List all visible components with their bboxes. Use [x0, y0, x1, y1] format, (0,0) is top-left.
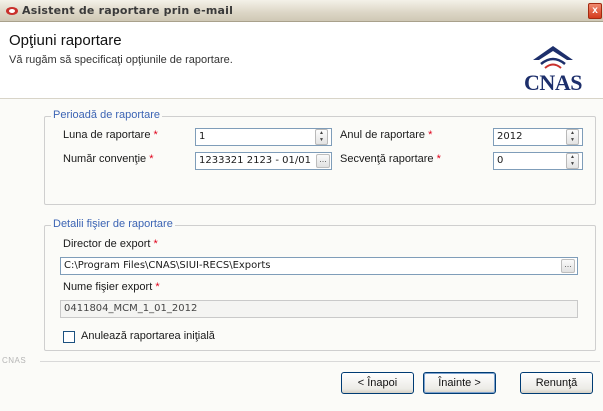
window-title: Asistent de raportare prin e-mail [22, 4, 234, 17]
page-title: Opţiuni raportare [9, 32, 122, 49]
footer-tag: CNAS [2, 356, 27, 365]
back-button[interactable]: < Înapoi [341, 372, 414, 394]
file-legend: Detalii fişier de raportare [51, 218, 175, 230]
spin-up-icon: ▲ [570, 154, 575, 160]
wizard-content: Perioadă de raportare Luna de raportare … [0, 99, 603, 411]
cnas-logo: CNAS [517, 44, 589, 95]
sequence-spinner[interactable]: ▲ ▼ [566, 153, 579, 169]
convention-select[interactable]: 1233321 2123 - 01/01 [195, 152, 332, 170]
spin-up-icon: ▲ [319, 130, 324, 136]
export-name-input: 0411804_MCM_1_01_2012 [60, 300, 578, 318]
month-input[interactable]: 1 [195, 128, 332, 146]
cancel-initial-checkbox[interactable] [63, 331, 75, 343]
footer-divider [40, 361, 600, 362]
export-dir-label: Director de export * [63, 238, 158, 250]
period-legend: Perioadă de raportare [51, 109, 163, 121]
year-label: Anul de raportare * [340, 129, 433, 141]
sequence-label: Secvenţă raportare * [340, 153, 441, 165]
month-spinner[interactable]: ▲ ▼ [315, 129, 328, 145]
convention-label: Număr convenţie * [63, 153, 154, 165]
logo-text: CNAS [524, 70, 582, 95]
title-bar: Asistent de raportare prin e-mail x [0, 0, 603, 22]
year-spinner[interactable]: ▲ ▼ [566, 129, 579, 145]
wizard-header: Opţiuni raportare Vă rugăm să specificaţ… [0, 22, 603, 99]
cancel-initial-label[interactable]: Anulează raportarea iniţială [81, 330, 215, 342]
app-icon [5, 4, 19, 18]
export-name-label: Nume fişier export * [63, 281, 160, 293]
next-button[interactable]: Înainte > [423, 372, 496, 394]
convention-dropdown-button[interactable]: … [316, 154, 330, 168]
browse-dir-button[interactable]: … [561, 259, 575, 273]
logo-emblem-icon [533, 46, 573, 69]
spin-down-icon: ▼ [319, 137, 324, 143]
cancel-button[interactable]: Renunţă [520, 372, 593, 394]
spin-down-icon: ▼ [570, 161, 575, 167]
spin-up-icon: ▲ [570, 130, 575, 136]
month-label: Luna de raportare * [63, 129, 158, 141]
export-dir-input[interactable]: C:\Program Files\CNAS\SIUI-RECS\Exports [60, 257, 578, 275]
page-subtitle: Vă rugăm să specificaţi opţiunile de rap… [9, 54, 233, 66]
close-button[interactable]: x [588, 3, 602, 19]
spin-down-icon: ▼ [570, 137, 575, 143]
